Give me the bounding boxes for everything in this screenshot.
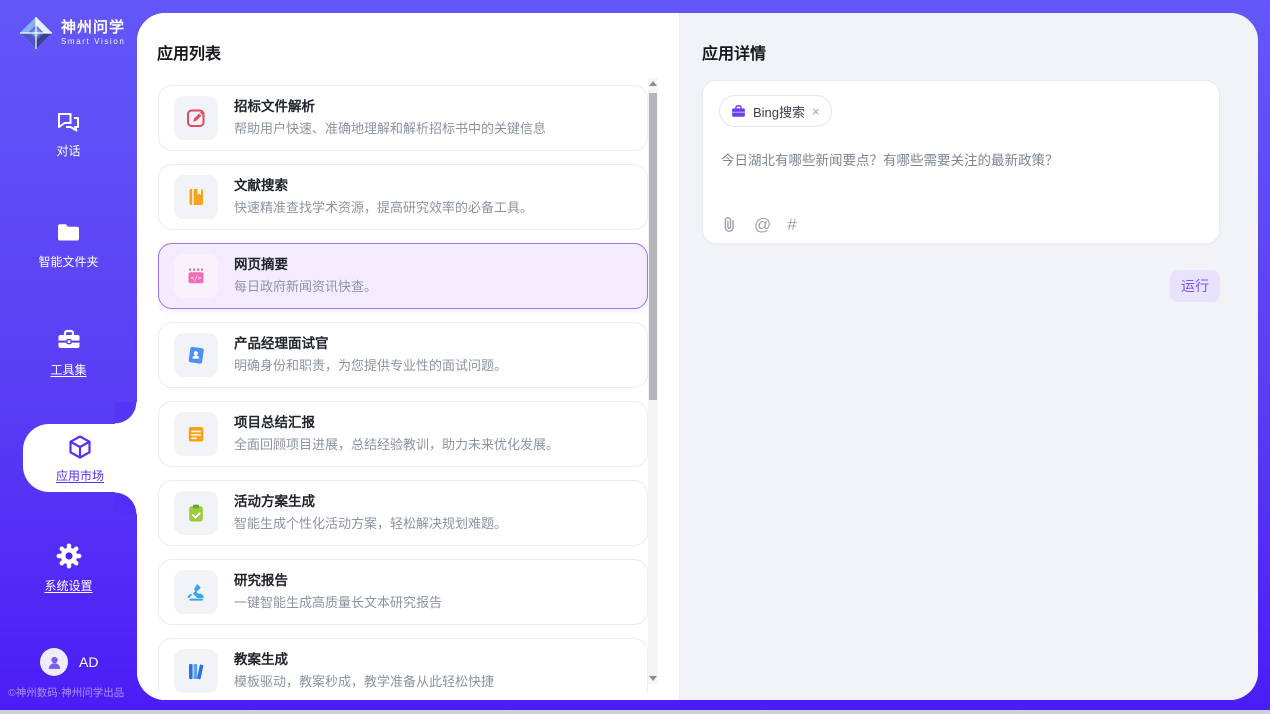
sidebar-item-smart-folder[interactable]: 智能文件夹 xyxy=(0,219,137,270)
brand-name: 神州问学 xyxy=(61,20,125,36)
brand-logo: 神州问学 Smart Vision xyxy=(18,15,125,51)
app-details-title: 应用详情 xyxy=(702,40,766,64)
book-icon xyxy=(185,186,207,208)
paperclip-icon[interactable] xyxy=(720,215,738,233)
app-card-desc: 帮助用户快速、准确地理解和解析招标书中的关键信息 xyxy=(234,121,546,137)
hash-icon[interactable]: # xyxy=(787,216,796,233)
app-details-panel: 应用详情 Bing搜索 × 今日湖北有哪些新闻要点？有哪些需要关注的最新政策？ xyxy=(680,13,1258,700)
app-card-project-summary[interactable]: 项目总结汇报 全面回顾项目进展，总结经验教训，助力未来优化发展。 xyxy=(158,401,648,467)
app-card-desc: 每日政府新闻资讯快查。 xyxy=(234,279,377,295)
sidebar-item-label: 智能文件夹 xyxy=(38,253,98,270)
icon-box xyxy=(174,96,218,140)
user-name: AD xyxy=(79,654,98,670)
summary-doc-icon xyxy=(185,423,207,445)
sidebar: 神州问学 Smart Vision 对话 智能文件夹 xyxy=(0,0,137,710)
close-icon[interactable]: × xyxy=(812,105,820,118)
sidebar-item-label: 系统设置 xyxy=(44,577,92,594)
bubble-fillet-top xyxy=(115,402,137,424)
cube-icon xyxy=(65,433,95,463)
app-list-scrollbar[interactable] xyxy=(648,78,658,684)
icon-box xyxy=(174,491,218,535)
app-card-title: 活动方案生成 xyxy=(234,494,507,510)
main-surface: 应用列表 招标文件解析 帮助用户快速、准确地理解和解析招标书中的关键信息 xyxy=(137,13,1258,700)
person-icon xyxy=(46,654,63,671)
svg-text:</>: </> xyxy=(191,275,202,282)
app-card-list: 招标文件解析 帮助用户快速、准确地理解和解析招标书中的关键信息 文献搜索 xyxy=(158,85,648,693)
scroll-down-arrow-icon[interactable] xyxy=(649,676,657,681)
sidebar-item-app-market[interactable]: 应用市场 xyxy=(23,424,137,492)
scroll-up-arrow-icon[interactable] xyxy=(649,81,657,86)
app-card-desc: 全面回顾项目进展，总结经验教训，助力未来优化发展。 xyxy=(234,437,559,453)
tool-tag-bing-search[interactable]: Bing搜索 × xyxy=(719,95,832,127)
icon-box xyxy=(174,175,218,219)
scrollbar-thumb[interactable] xyxy=(649,93,657,400)
bottom-strip xyxy=(0,710,1270,714)
sidebar-item-settings[interactable]: 系统设置 xyxy=(0,542,137,594)
tool-tag-label: Bing搜索 xyxy=(753,102,805,121)
icon-box: </> xyxy=(174,254,218,298)
app-card-pm-interviewer[interactable]: 产品经理面试官 明确身份和职责，为您提供专业性的面试问题。 xyxy=(158,322,648,388)
prompt-card: Bing搜索 × 今日湖北有哪些新闻要点？有哪些需要关注的最新政策？ @ # xyxy=(702,80,1220,244)
books-icon xyxy=(185,660,207,682)
app-card-title: 项目总结汇报 xyxy=(234,415,559,431)
microscope-icon xyxy=(185,581,207,603)
app-list-panel: 应用列表 招标文件解析 帮助用户快速、准确地理解和解析招标书中的关键信息 xyxy=(137,13,680,700)
user-account[interactable]: AD xyxy=(40,648,98,676)
bubble-fillet-bottom xyxy=(115,492,137,514)
app-card-bid-parse[interactable]: 招标文件解析 帮助用户快速、准确地理解和解析招标书中的关键信息 xyxy=(158,85,648,151)
app-card-desc: 快速精准查找学术资源，提高研究效率的必备工具。 xyxy=(234,200,533,216)
diamond-logo-icon xyxy=(18,15,54,51)
icon-box xyxy=(174,333,218,377)
app-card-desc: 一键智能生成高质量长文本研究报告 xyxy=(234,595,442,611)
attachment-toolbar: @ # xyxy=(720,215,797,233)
edit-square-icon xyxy=(185,107,207,129)
app-card-desc: 智能生成个性化活动方案，轻松解决规划难题。 xyxy=(234,516,507,532)
sidebar-item-label: 工具集 xyxy=(50,361,86,378)
copyright-footer: ©神州数码·神州问学出品 xyxy=(8,685,124,700)
gear-icon xyxy=(55,542,83,570)
sidebar-item-chat[interactable]: 对话 xyxy=(0,108,137,159)
app-card-literature-search[interactable]: 文献搜索 快速精准查找学术资源，提高研究效率的必备工具。 xyxy=(158,164,648,230)
toolbox-icon xyxy=(55,326,83,354)
app-card-title: 文献搜索 xyxy=(234,178,533,194)
icon-box xyxy=(174,649,218,693)
sidebar-item-label: 对话 xyxy=(56,142,80,159)
folder-icon xyxy=(55,219,82,246)
app-card-title: 网页摘要 xyxy=(234,257,377,273)
briefcase-icon xyxy=(731,104,746,119)
app-card-lesson-plan[interactable]: 教案生成 模板驱动，教案秒成，教学准备从此轻松快捷 xyxy=(158,638,648,693)
sidebar-item-label: 应用市场 xyxy=(56,467,104,484)
app-card-title: 教案生成 xyxy=(234,652,494,668)
resume-icon xyxy=(185,344,207,366)
app-card-web-summary[interactable]: </> 网页摘要 每日政府新闻资讯快查。 xyxy=(158,243,648,309)
app-list-title: 应用列表 xyxy=(157,40,221,64)
app-card-title: 研究报告 xyxy=(234,573,442,589)
icon-box xyxy=(174,412,218,456)
app-card-research-report[interactable]: 研究报告 一键智能生成高质量长文本研究报告 xyxy=(158,559,648,625)
sidebar-item-toolbox[interactable]: 工具集 xyxy=(0,326,137,378)
at-icon[interactable]: @ xyxy=(754,216,771,233)
app-card-event-plan[interactable]: 活动方案生成 智能生成个性化活动方案，轻松解决规划难题。 xyxy=(158,480,648,546)
icon-box xyxy=(174,570,218,614)
brand-subtitle: Smart Vision xyxy=(61,38,125,46)
prompt-text[interactable]: 今日湖北有哪些新闻要点？有哪些需要关注的最新政策？ xyxy=(721,151,1201,171)
run-button[interactable]: 运行 xyxy=(1170,270,1220,302)
browser-code-icon: </> xyxy=(185,265,207,287)
app-frame: 神州问学 Smart Vision 对话 智能文件夹 xyxy=(0,0,1270,710)
avatar xyxy=(40,648,68,676)
app-card-desc: 模板驱动，教案秒成，教学准备从此轻松快捷 xyxy=(234,674,494,690)
chat-icon xyxy=(55,108,82,135)
clipboard-check-icon xyxy=(185,502,207,524)
app-card-title: 产品经理面试官 xyxy=(234,336,507,352)
app-card-title: 招标文件解析 xyxy=(234,99,546,115)
app-card-desc: 明确身份和职责，为您提供专业性的面试问题。 xyxy=(234,358,507,374)
